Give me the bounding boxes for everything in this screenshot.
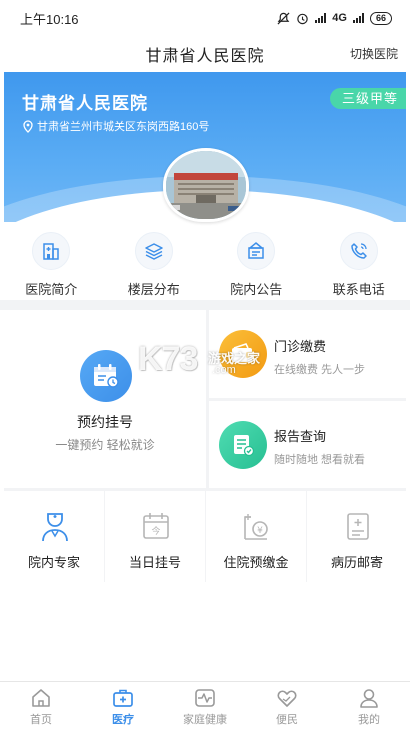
network-type: 4G	[332, 12, 347, 24]
hospital-level-badge: 三级甲等	[329, 88, 406, 109]
small-service-label: 当日挂号	[128, 555, 181, 570]
hospital-address: 甘肃省兰州市城关区东岗西路160号	[22, 118, 209, 134]
alarm-icon	[297, 13, 309, 24]
appointment-calendar-icon	[80, 350, 132, 402]
svg-text:今: 今	[151, 525, 160, 537]
quick-entry-row: 医院简介 楼层分布 院内公告 联系电话	[0, 228, 410, 300]
tab-home[interactable]: 首页	[0, 682, 82, 729]
payment-subtitle: 在线缴费 先人一步	[274, 364, 366, 376]
home-icon	[30, 687, 52, 709]
hospital-building-icon	[32, 232, 71, 270]
bottom-tab-bar: 首页 医疗 家庭健康 便民 我的	[0, 681, 410, 729]
quick-entry-hospital-intro[interactable]: 医院简介	[0, 228, 103, 300]
status-indicators: 4G 66	[277, 11, 392, 25]
appointment-subtitle: 一键预约 轻松就诊	[55, 438, 155, 452]
quick-entry-label: 楼层分布	[127, 282, 180, 297]
page-title: 甘肃省人民医院	[145, 48, 265, 65]
report-title: 报告查询	[274, 429, 327, 444]
hospital-name: 甘肃省人民医院	[22, 94, 148, 113]
medical-record-mail-icon	[341, 509, 375, 543]
in-hospital-experts-button[interactable]: 院内专家	[4, 491, 104, 582]
app-screen: 上午10:16 4G 66 甘肃省人民医院 切换医院 甘肃省人民医院 甘肃省兰州…	[0, 0, 410, 729]
signal-icon-2	[352, 13, 364, 23]
signal-icon	[315, 13, 327, 23]
watermark-logo: K73 游戏之家 .com	[138, 340, 270, 382]
medical-kit-icon	[112, 687, 134, 709]
inpatient-deposit-button[interactable]: ¥ 住院预缴金	[206, 491, 306, 582]
quick-entry-label: 院内公告	[230, 282, 283, 297]
phone-icon	[339, 232, 378, 270]
title-bar: 甘肃省人民医院 切换医院	[0, 36, 410, 72]
tab-label: 家庭健康	[183, 714, 227, 726]
quick-entry-floor-map[interactable]: 楼层分布	[103, 228, 206, 300]
user-icon	[358, 687, 380, 709]
heart-hand-icon	[276, 687, 298, 709]
tab-convenience[interactable]: 便民	[246, 682, 328, 729]
medical-record-mailing-button[interactable]: 病历邮寄	[307, 491, 406, 582]
watermark-brand: K73	[138, 340, 198, 378]
battery-level: 66	[369, 11, 392, 25]
mute-icon	[277, 12, 290, 24]
small-service-label: 住院预缴金	[223, 555, 289, 570]
small-service-label: 院内专家	[27, 555, 80, 570]
tab-label: 医疗	[112, 714, 134, 726]
location-pin-icon	[23, 119, 33, 133]
tab-label: 首页	[30, 714, 52, 726]
appointment-title: 预约挂号	[77, 414, 133, 430]
section-divider	[0, 300, 410, 310]
svg-text:¥: ¥	[257, 526, 263, 536]
quick-entry-label: 联系电话	[332, 282, 385, 297]
calendar-today-icon: 今	[139, 509, 173, 543]
quick-entry-announcements[interactable]: 院内公告	[205, 228, 308, 300]
report-document-icon	[219, 421, 267, 469]
tab-label: 我的	[358, 714, 380, 726]
layers-icon	[134, 232, 173, 270]
tab-family-health[interactable]: 家庭健康	[164, 682, 246, 729]
appointment-card[interactable]: 预约挂号 一键预约 轻松就诊	[4, 310, 206, 488]
same-day-registration-button[interactable]: 今 当日挂号	[105, 491, 205, 582]
report-subtitle: 随时随地 想看就看	[274, 454, 366, 466]
status-bar: 上午10:16 4G 66	[0, 0, 410, 36]
quick-entry-contact-phone[interactable]: 联系电话	[308, 228, 410, 300]
address-text: 甘肃省兰州市城关区东岗西路160号	[37, 121, 210, 133]
quick-entry-label: 医院简介	[25, 282, 78, 297]
tab-medical[interactable]: 医疗	[82, 682, 164, 729]
tab-label: 便民	[276, 714, 298, 726]
hospital-photo	[163, 148, 249, 222]
watermark-domain: .com	[212, 364, 236, 376]
doctor-icon	[38, 509, 72, 543]
report-query-card[interactable]: 报告查询 随时随地 想看就看	[209, 401, 406, 488]
notice-board-icon	[237, 232, 276, 270]
payment-title: 门诊缴费	[274, 339, 327, 354]
status-time: 上午10:16	[20, 11, 79, 27]
switch-hospital-button[interactable]: 切换医院	[350, 45, 398, 62]
tab-profile[interactable]: 我的	[328, 682, 410, 729]
heartbeat-icon	[194, 687, 216, 709]
inpatient-deposit-icon: ¥	[240, 509, 274, 543]
small-service-label: 病历邮寄	[330, 555, 383, 570]
